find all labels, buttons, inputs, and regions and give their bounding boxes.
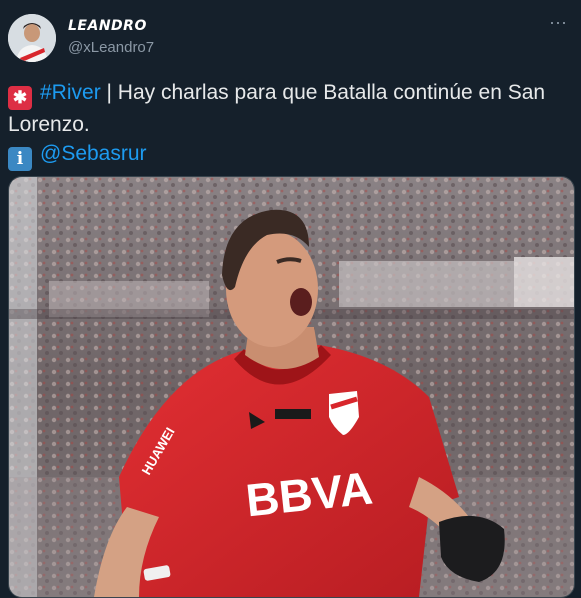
avatar[interactable] <box>8 14 56 62</box>
information-icon: i <box>8 147 32 171</box>
author-handle[interactable]: @xLeandro7 <box>68 39 154 56</box>
tweet-media-photo[interactable]: BBVA HUAWEI <box>8 176 575 598</box>
mention-link[interactable]: @Sebasrur <box>40 142 147 165</box>
tweet-text: ✱ #River | Hay charlas para que Batalla c… <box>8 78 568 171</box>
media-image: BBVA HUAWEI <box>9 177 574 597</box>
tweet-card[interactable]: LEANDRO @xLeandro7 ··· ✱ #River | Hay cha… <box>0 0 581 598</box>
profile-photo-icon <box>8 14 56 62</box>
more-options-icon[interactable]: ··· <box>545 12 571 32</box>
police-siren-icon: ✱ <box>8 86 32 110</box>
author-display-name[interactable]: LEANDRO <box>68 18 147 34</box>
hashtag-link[interactable]: #River <box>40 81 101 104</box>
